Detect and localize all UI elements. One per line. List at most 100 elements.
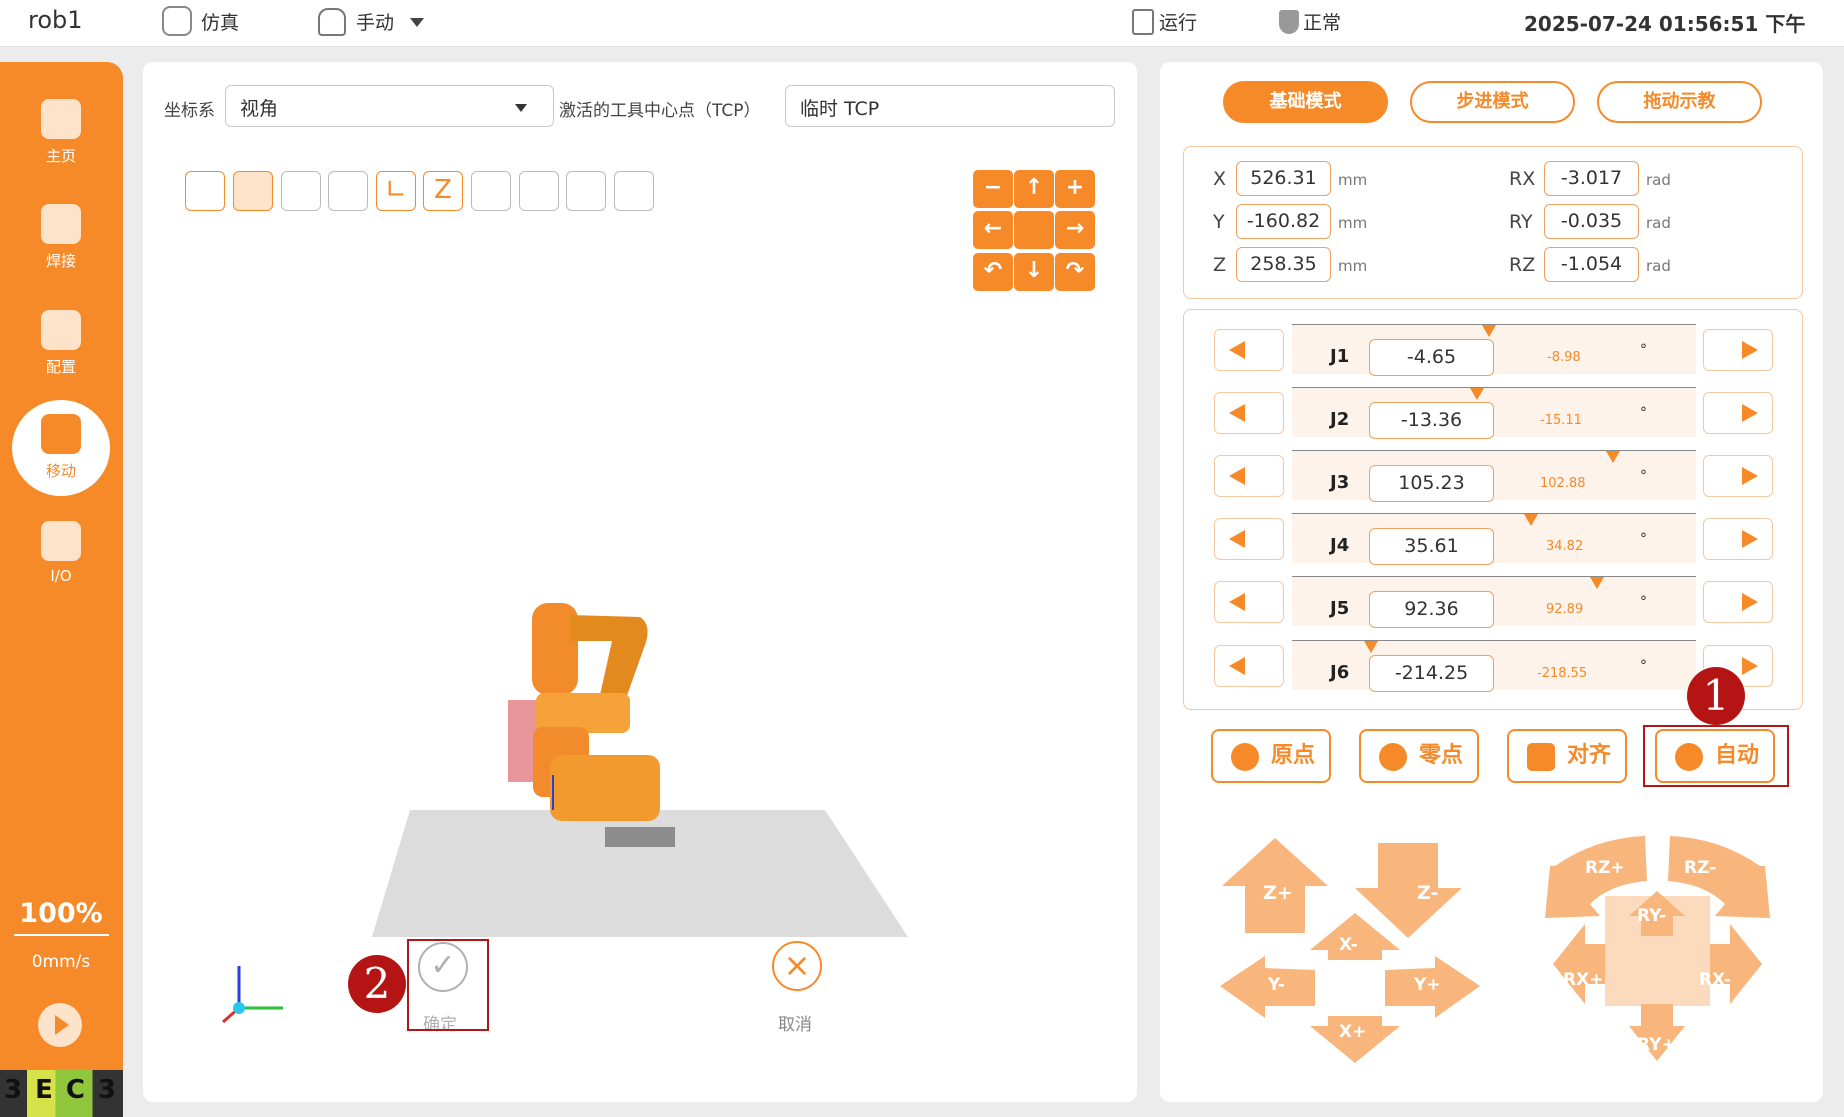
robot-3d-view[interactable] xyxy=(360,595,920,945)
hand-icon xyxy=(318,8,346,36)
jog-ry-plus[interactable]: RY+ xyxy=(1637,1035,1676,1055)
jog-z-minus[interactable]: Z- xyxy=(1417,882,1438,904)
rotate-right-icon[interactable]: ↷ xyxy=(1055,253,1095,291)
sim-mode-label[interactable]: 仿真 xyxy=(201,8,239,35)
zoom-in-icon[interactable]: + xyxy=(1055,170,1095,208)
joint-slider-track[interactable] xyxy=(1292,387,1696,437)
simulation-icon xyxy=(162,6,192,36)
z-value: 258.35 xyxy=(1236,247,1331,282)
jog-y-plus[interactable]: Y+ xyxy=(1414,975,1441,995)
view-floor-icon[interactable] xyxy=(185,171,225,211)
joint-increase-button[interactable] xyxy=(1703,518,1773,560)
jog-rx-plus[interactable]: RX+ xyxy=(1563,970,1603,990)
arrow-left-icon xyxy=(1229,593,1245,611)
pan-right-icon[interactable]: → xyxy=(1055,211,1095,249)
shield-icon xyxy=(1279,10,1299,34)
z-minus-shape xyxy=(1355,843,1462,938)
joint-decrease-button[interactable] xyxy=(1214,392,1284,434)
play-icon xyxy=(55,1015,69,1035)
view-cube-icon[interactable] xyxy=(614,171,654,211)
chevron-down-icon[interactable] xyxy=(410,18,424,27)
jog-rz-plus[interactable]: RZ+ xyxy=(1585,858,1625,878)
align-label: 对齐 xyxy=(1567,743,1612,768)
ry-value: -0.035 xyxy=(1544,204,1639,239)
view-box-icon[interactable] xyxy=(471,171,511,211)
play-button[interactable] xyxy=(38,1003,82,1047)
view-robot-icon[interactable] xyxy=(233,171,273,211)
io-icon xyxy=(41,521,81,561)
jog-ry-minus[interactable]: RY- xyxy=(1637,906,1666,926)
joint-increase-button[interactable] xyxy=(1703,455,1773,497)
jog-x-minus[interactable]: X- xyxy=(1339,935,1358,955)
joint-decrease-button[interactable] xyxy=(1214,518,1284,560)
rx-unit: rad xyxy=(1646,171,1671,189)
joint-increase-button[interactable] xyxy=(1703,392,1773,434)
jog-y-minus[interactable]: Y- xyxy=(1268,975,1285,995)
rotate-left-icon[interactable]: ↶ xyxy=(973,253,1013,291)
highlight-confirm xyxy=(407,939,489,1031)
zoom-out-icon[interactable]: − xyxy=(973,170,1013,208)
jog-rz-minus[interactable]: RZ- xyxy=(1684,858,1716,878)
rz-unit: rad xyxy=(1646,257,1671,275)
rx-minus-shape xyxy=(1710,924,1762,1004)
joint-position-marker xyxy=(1482,325,1496,337)
view-tool-icon[interactable] xyxy=(566,171,606,211)
view-shield-icon[interactable] xyxy=(519,171,559,211)
sidebar-item-home[interactable]: 主页 xyxy=(12,85,110,181)
joint-decrease-button[interactable] xyxy=(1214,455,1284,497)
coord-select-value: 视角 xyxy=(240,98,279,120)
coord-select[interactable]: 视角 xyxy=(225,85,554,127)
speed-percent: 100% xyxy=(19,898,103,929)
view-center-button[interactable] xyxy=(1014,211,1054,249)
joint-slider-track[interactable] xyxy=(1292,450,1696,500)
view-robot-ghost-icon[interactable] xyxy=(281,171,321,211)
sidebar-item-move[interactable]: 移动 xyxy=(12,400,110,496)
joint-slider-track[interactable] xyxy=(1292,513,1696,563)
code-icon xyxy=(41,204,81,244)
tab-drag-teach[interactable]: 拖动示教 xyxy=(1597,81,1762,123)
tab-step-mode[interactable]: 步进模式 xyxy=(1410,81,1575,123)
joint-decrease-button[interactable] xyxy=(1214,645,1284,687)
view-axes-icon[interactable] xyxy=(328,171,368,211)
joint-increase-button[interactable] xyxy=(1703,581,1773,623)
pan-up-icon[interactable]: ↑ xyxy=(1014,170,1054,208)
rotation-jog-pad xyxy=(1545,836,1770,1061)
jog-x-plus[interactable]: X+ xyxy=(1339,1022,1366,1042)
align-button[interactable]: 对齐 xyxy=(1507,729,1627,783)
view-xy-icon[interactable]: ∟ xyxy=(376,171,416,211)
joint-slider-track[interactable] xyxy=(1292,576,1696,626)
sidebar-item-io[interactable]: I/O xyxy=(12,507,110,603)
cancel-icon[interactable]: × xyxy=(772,941,822,991)
joint-unit: ° xyxy=(1640,594,1647,610)
manual-mode-label[interactable]: 手动 xyxy=(356,8,394,35)
joint-increase-button[interactable] xyxy=(1703,329,1773,371)
view-z-icon[interactable]: Z xyxy=(423,171,463,211)
joint-decrease-button[interactable] xyxy=(1214,329,1284,371)
sidebar-item-welding[interactable]: 焊接 xyxy=(12,190,110,286)
joint-slider-track[interactable] xyxy=(1292,640,1696,690)
joint-target-value: 102.88 xyxy=(1540,476,1586,491)
joint-target-value: -218.55 xyxy=(1537,666,1588,681)
annotation-badge-1: 1 xyxy=(1687,667,1745,725)
origin-button[interactable]: 原点 xyxy=(1211,729,1331,783)
jog-z-plus[interactable]: Z+ xyxy=(1263,882,1293,904)
rx-plus-shape xyxy=(1553,924,1605,1004)
tcp-input[interactable]: 临时 TCP xyxy=(785,85,1115,127)
arrow-left-icon xyxy=(1229,657,1245,675)
jog-rx-minus[interactable]: RX- xyxy=(1699,970,1731,990)
pan-down-icon[interactable]: ↓ xyxy=(1014,253,1054,291)
arrow-right-icon xyxy=(1742,467,1758,485)
coord-label: 坐标系 xyxy=(164,101,215,121)
zero-button[interactable]: 零点 xyxy=(1359,729,1479,783)
cancel-label[interactable]: 取消 xyxy=(778,1010,812,1035)
robot-base-joint xyxy=(550,755,660,821)
rz-label: RZ xyxy=(1509,254,1536,276)
zero-icon xyxy=(1379,743,1407,771)
sidebar-item-label: 配置 xyxy=(45,358,76,376)
joint-label: J1 xyxy=(1330,346,1350,367)
sidebar-item-config[interactable]: 配置 xyxy=(12,296,110,392)
tab-basic-mode[interactable]: 基础模式 xyxy=(1223,81,1388,123)
pan-left-icon[interactable]: ← xyxy=(973,211,1013,249)
joint-decrease-button[interactable] xyxy=(1214,581,1284,623)
download-icon xyxy=(41,310,81,350)
